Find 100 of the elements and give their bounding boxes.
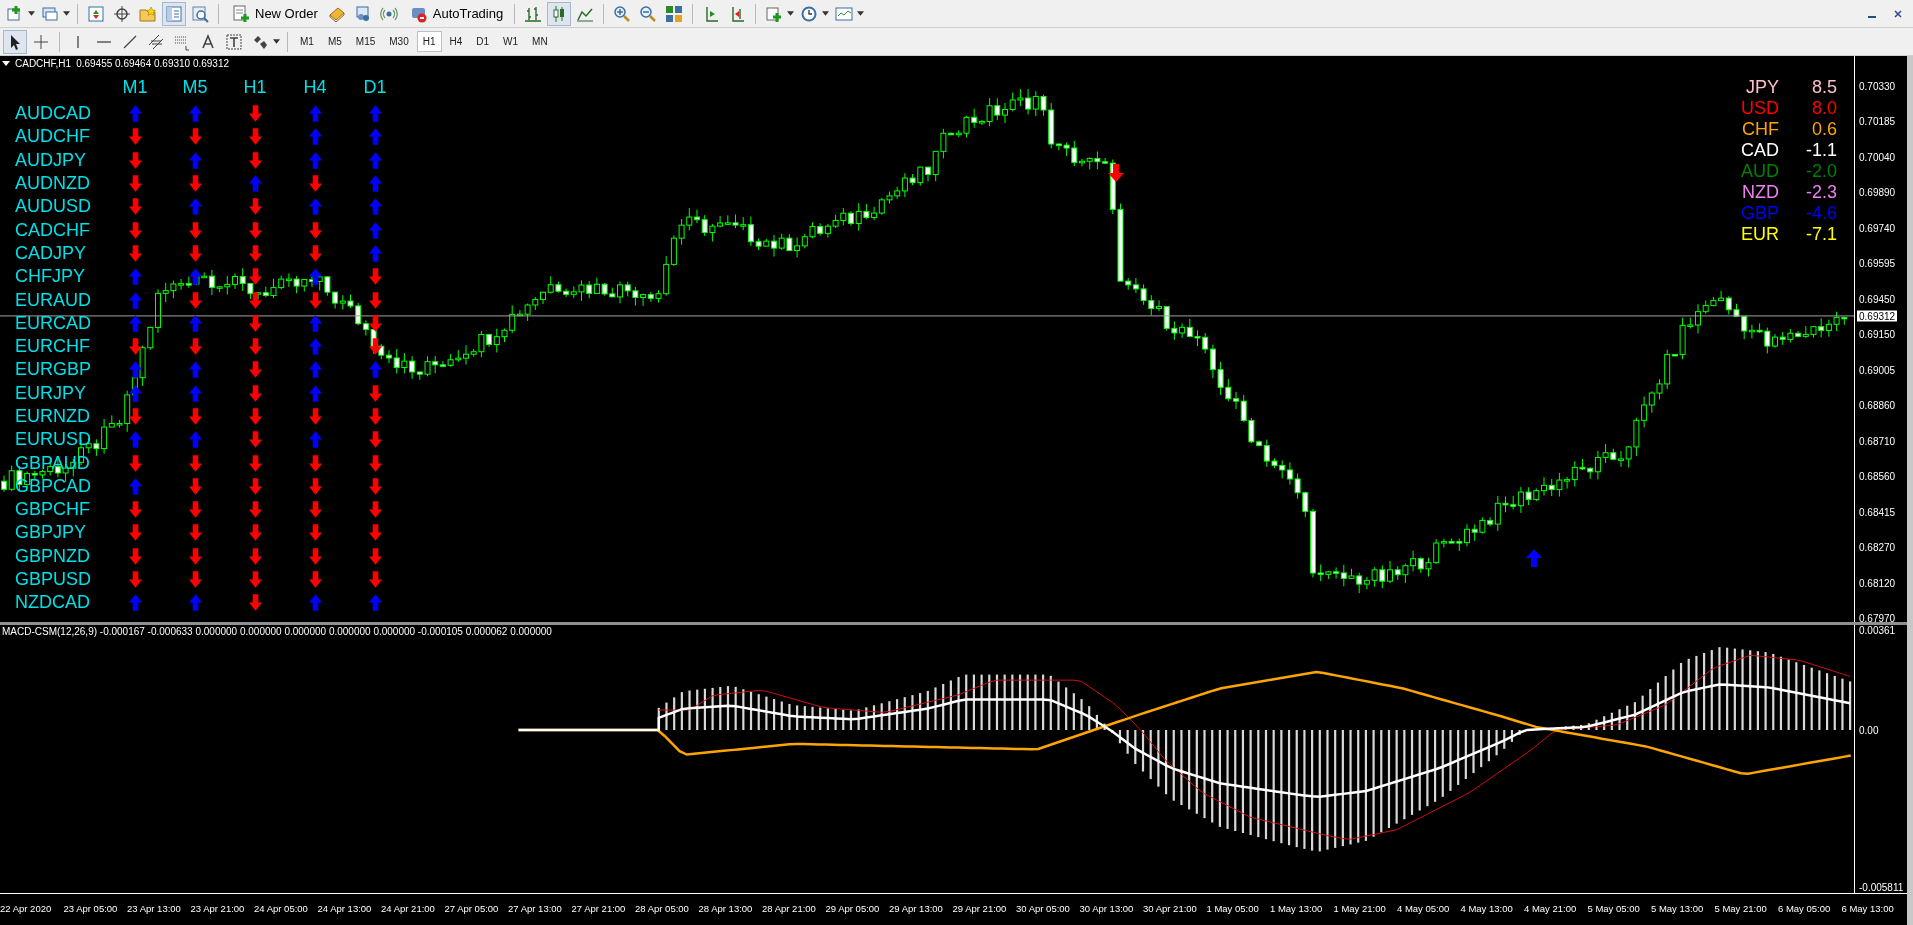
- time-label: 29 Apr 21:00: [952, 902, 1008, 914]
- indicator-title: MACD-CSM(12,26,9) -0.000167 -0.000633 0.000000 0.000000 0.000000 0.000000 0.000000 -0.000105 0.000062 0.000000: [2, 626, 552, 637]
- price-tick-label: 0.68120: [1859, 577, 1896, 589]
- time-label: 29 Apr 13:00: [889, 902, 944, 914]
- price-tick-label: 0.67970: [1859, 612, 1896, 624]
- document-plus-icon: [230, 2, 252, 25]
- time-label: 23 Apr 05:00: [63, 902, 119, 914]
- current-price-label: 0.69312: [1857, 310, 1898, 322]
- indicator-tick-label: 0.00: [1859, 724, 1879, 736]
- pair-label: GBPNZD: [15, 545, 91, 567]
- timeframe-button[interactable]: M30: [384, 32, 414, 51]
- candlestick-icon[interactable]: [548, 2, 571, 25]
- pair-label: CADCHF: [15, 219, 91, 241]
- time-label: 24 Apr 21:00: [381, 902, 436, 914]
- currency-label: NZD: [1741, 182, 1779, 203]
- price-tick-label: 0.69005: [1859, 364, 1896, 376]
- price-tick-label: 0.68560: [1859, 470, 1896, 482]
- strength-value: -2.0: [1804, 161, 1837, 182]
- pair-label: GBPUSD: [15, 569, 93, 591]
- pair-label: AUDNZD: [15, 173, 91, 195]
- price-tick-label: 0.70040: [1859, 151, 1896, 163]
- time-label: 1 May 13:00: [1270, 902, 1324, 914]
- timeframe-button[interactable]: H4: [444, 32, 468, 51]
- time-label: 6 May 05:00: [1778, 902, 1832, 914]
- currency-label: CHF: [1741, 119, 1779, 140]
- currency-label: AUD: [1740, 161, 1779, 182]
- time-label: 4 May 05:00: [1397, 902, 1451, 914]
- timeframe-button[interactable]: M1: [295, 32, 319, 51]
- dropdown-triangle-icon[interactable]: [2, 61, 10, 66]
- pair-label: EURNZD: [15, 406, 91, 427]
- price-tick-label: 0.70185: [1859, 115, 1896, 127]
- time-label: 5 May 05:00: [1587, 902, 1641, 914]
- timeframe-button[interactable]: H1: [417, 32, 441, 51]
- pair-label: EURCHF: [15, 336, 91, 358]
- timeframe-header: M1: [121, 76, 149, 98]
- pair-label: EURGBP: [15, 359, 93, 381]
- strength-value: -2.3: [1804, 182, 1837, 203]
- close-icon[interactable]: [1893, 8, 1903, 19]
- time-label: 30 Apr 13:00: [1079, 902, 1135, 914]
- caret-icon[interactable]: [857, 11, 865, 16]
- time-label: 22 Apr 2020: [0, 902, 53, 914]
- down-arrow-icon: [1108, 164, 1124, 182]
- price-tick-label: 0.70330: [1859, 80, 1896, 92]
- currency-label: CAD: [1740, 140, 1779, 161]
- caret-icon[interactable]: [63, 11, 70, 16]
- currency-label: JPY: [1745, 77, 1779, 98]
- timeframe-button[interactable]: W1: [498, 32, 524, 51]
- price-tick-label: 0.68710: [1859, 435, 1896, 447]
- time-label: 4 May 21:00: [1524, 902, 1578, 914]
- symbol-label: CADCHF,H1: [15, 58, 72, 69]
- time-label: 27 Apr 13:00: [508, 902, 563, 914]
- pair-label: AUDCHF: [15, 126, 91, 148]
- pair-label: AUDCAD: [15, 103, 92, 125]
- caret-icon[interactable]: [273, 39, 280, 44]
- strength-value: 8.5: [1810, 77, 1837, 98]
- pair-label: EURJPY: [15, 382, 87, 404]
- price-tick-label: 0.68860: [1859, 399, 1896, 411]
- time-label: 27 Apr 21:00: [571, 902, 627, 914]
- timeframe-header: H4: [302, 76, 328, 98]
- time-label: 5 May 21:00: [1714, 902, 1768, 914]
- strength-value: -7.1: [1804, 224, 1837, 245]
- currency-label: USD: [1740, 98, 1779, 119]
- timeframe-button[interactable]: M15: [350, 32, 381, 51]
- time-label: 30 Apr 21:00: [1143, 902, 1198, 914]
- time-label: 24 Apr 13:00: [317, 902, 373, 914]
- pair-label: EURCAD: [15, 312, 92, 334]
- timeframe-header: H1: [242, 76, 268, 98]
- price-tick-label: 0.68270: [1859, 541, 1896, 553]
- new-order-button[interactable]: New Order: [226, 0, 322, 27]
- price-tick-label: 0.69890: [1859, 186, 1896, 198]
- time-label: 23 Apr 21:00: [190, 902, 246, 914]
- price-tick-label: 0.69150: [1859, 328, 1896, 340]
- pair-label: CHFJPY: [15, 266, 86, 288]
- timeframe-button[interactable]: MN: [527, 32, 553, 51]
- cursor-icon[interactable]: [4, 30, 26, 53]
- timeframe-button[interactable]: D1: [471, 32, 495, 51]
- time-label: 28 Apr 13:00: [698, 902, 754, 914]
- up-arrow-icon: [1526, 549, 1542, 567]
- strength-value: 8.0: [1810, 98, 1837, 119]
- caret-icon[interactable]: [822, 11, 830, 16]
- time-label: 29 Apr 05:00: [825, 902, 881, 914]
- price-tick-label: 0.69740: [1859, 222, 1896, 234]
- time-label: 28 Apr 21:00: [762, 902, 817, 914]
- currency-label: GBP: [1740, 203, 1779, 224]
- pair-label: AUDUSD: [15, 196, 92, 218]
- pair-label: NZDCAD: [15, 592, 91, 614]
- currency-label: EUR: [1740, 224, 1779, 245]
- pair-label: GBPJPY: [15, 522, 88, 544]
- pair-label: CADJPY: [15, 242, 87, 264]
- pair-label: EURAUD: [15, 289, 92, 311]
- autotrading-button[interactable]: AutoTrading: [403, 0, 508, 27]
- strength-value: -4.6: [1804, 203, 1837, 224]
- pair-label: AUDJPY: [15, 149, 87, 171]
- time-label: 27 Apr 05:00: [444, 902, 500, 914]
- time-label: 5 May 13:00: [1651, 902, 1705, 914]
- caret-icon[interactable]: [28, 11, 35, 16]
- price-tick-label: 0.69595: [1859, 257, 1896, 269]
- caret-icon[interactable]: [787, 11, 795, 16]
- timeframe-button[interactable]: M5: [322, 32, 347, 51]
- ohlc-values: 0.69455 0.69464 0.69310 0.69312: [76, 58, 230, 69]
